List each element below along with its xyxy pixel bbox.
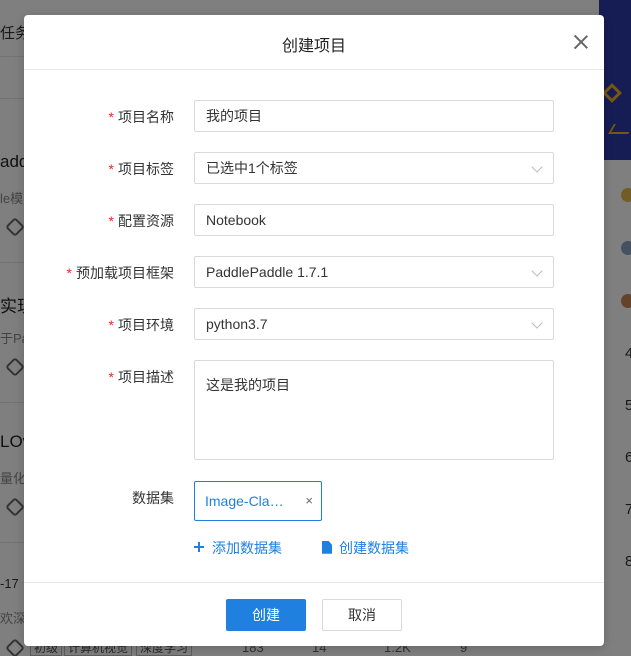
label-text: 项目描述: [118, 369, 174, 385]
cancel-button[interactable]: 取消: [322, 599, 402, 631]
close-icon[interactable]: ×: [305, 482, 313, 520]
select-value: 已选中1个标签: [206, 160, 298, 176]
chevron-down-icon: [531, 161, 543, 173]
create-dataset-label: 创建数据集: [339, 540, 409, 556]
dialog-title: 创建项目: [281, 38, 346, 55]
dialog-footer: 创建 取消: [24, 582, 604, 646]
label-text: 配置资源: [118, 213, 174, 229]
label-resource: * 配置资源: [109, 211, 174, 231]
label-text: 项目环境: [118, 317, 174, 333]
create-dataset-button[interactable]: 创建数据集: [322, 538, 409, 558]
select-value: python3.7: [206, 316, 268, 332]
dataset-chip-label: Image-Cla…: [205, 493, 284, 509]
plus-icon: [194, 542, 204, 553]
add-dataset-label: 添加数据集: [212, 540, 282, 556]
label-desc: * 项目描述: [109, 367, 174, 387]
label-dataset: 数据集: [132, 490, 174, 506]
required-mark: *: [108, 317, 114, 333]
required-mark: *: [108, 161, 114, 177]
label-framework: * 预加载项目框架: [67, 263, 174, 283]
file-icon: [322, 540, 332, 554]
label-text: 项目名称: [118, 109, 174, 125]
chevron-down-icon: [531, 317, 543, 329]
required-mark: *: [108, 369, 114, 385]
select-value: PaddlePaddle 1.7.1: [206, 264, 329, 280]
project-name-input[interactable]: 我的项目: [194, 100, 554, 132]
add-dataset-button[interactable]: 添加数据集: [194, 538, 282, 558]
dialog-header: 创建项目: [24, 15, 604, 70]
framework-select[interactable]: PaddlePaddle 1.7.1: [194, 256, 554, 288]
create-button[interactable]: 创建: [226, 599, 306, 631]
label-text: 预加载项目框架: [76, 265, 174, 281]
description-textarea[interactable]: 这是我的项目: [194, 360, 554, 460]
label-env: * 项目环境: [109, 315, 174, 335]
env-select[interactable]: python3.7: [194, 308, 554, 340]
close-icon[interactable]: [572, 33, 590, 51]
label-project-tags: * 项目标签: [109, 159, 174, 179]
project-tags-select[interactable]: 已选中1个标签: [194, 152, 554, 184]
required-mark: *: [108, 213, 114, 229]
chevron-down-icon: [531, 265, 543, 277]
label-project-name: * 项目名称: [109, 107, 174, 127]
resource-field[interactable]: Notebook: [194, 204, 554, 236]
dataset-chip[interactable]: Image-Cla… ×: [194, 481, 322, 521]
required-mark: *: [66, 265, 72, 281]
create-project-dialog: 创建项目 * 项目名称 我的项目 * 项目标签 已选中1个标签 * 配置资源 Note…: [24, 15, 604, 646]
label-text: 项目标签: [118, 161, 174, 177]
required-mark: *: [108, 109, 114, 125]
